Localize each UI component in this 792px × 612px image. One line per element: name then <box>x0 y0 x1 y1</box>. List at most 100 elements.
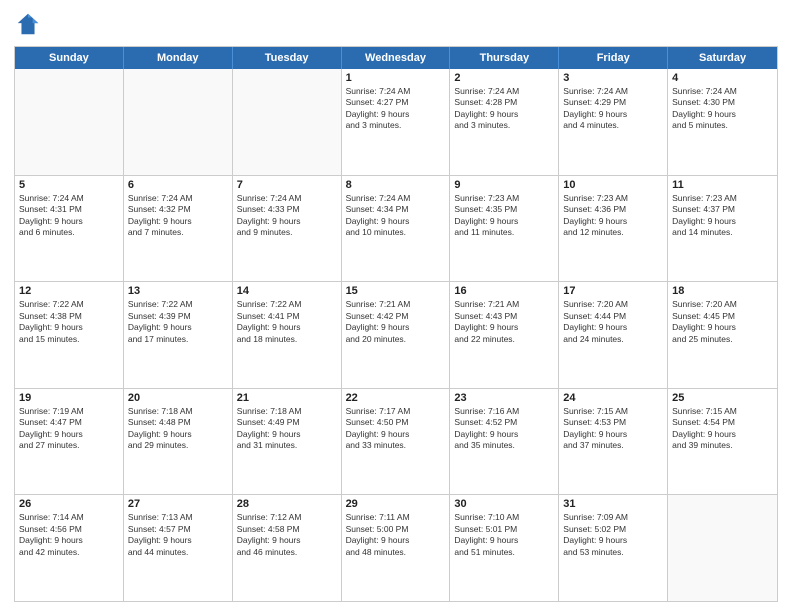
day-number: 6 <box>128 179 228 191</box>
day-number: 17 <box>563 285 663 297</box>
cell-info: Sunrise: 7:23 AM Sunset: 4:37 PM Dayligh… <box>672 193 773 239</box>
day-number: 30 <box>454 498 554 510</box>
cal-cell-17: 17 Sunrise: 7:20 AM Sunset: 4:44 PM Dayli… <box>559 282 668 388</box>
cal-cell-3: 3 Sunrise: 7:24 AM Sunset: 4:29 PM Daylig… <box>559 69 668 175</box>
cell-info: Sunrise: 7:22 AM Sunset: 4:41 PM Dayligh… <box>237 299 337 345</box>
cal-cell-31: 31 Sunrise: 7:09 AM Sunset: 5:02 PM Dayli… <box>559 495 668 601</box>
cell-info: Sunrise: 7:24 AM Sunset: 4:29 PM Dayligh… <box>563 86 663 132</box>
day-number: 21 <box>237 392 337 404</box>
cal-cell-13: 13Sunrise: 7:22 AM Sunset: 4:39 PM Dayli… <box>124 282 233 388</box>
day-number: 16 <box>454 285 554 297</box>
logo-icon <box>14 10 42 38</box>
cell-info: Sunrise: 7:24 AM Sunset: 4:28 PM Dayligh… <box>454 86 554 132</box>
cell-info: Sunrise: 7:24 AM Sunset: 4:31 PM Dayligh… <box>19 193 119 239</box>
cal-cell-24: 24 Sunrise: 7:15 AM Sunset: 4:53 PM Dayli… <box>559 389 668 495</box>
day-number: 26 <box>19 498 119 510</box>
day-number: 19 <box>19 392 119 404</box>
cell-info: Sunrise: 7:18 AM Sunset: 4:49 PM Dayligh… <box>237 406 337 452</box>
cell-info: Sunrise: 7:12 AM Sunset: 4:58 PM Dayligh… <box>237 512 337 558</box>
cal-cell-2: 2 Sunrise: 7:24 AM Sunset: 4:28 PM Daylig… <box>450 69 559 175</box>
cell-info: Sunrise: 7:15 AM Sunset: 4:54 PM Dayligh… <box>672 406 773 452</box>
cal-cell-15: 15Sunrise: 7:21 AM Sunset: 4:42 PM Dayli… <box>342 282 451 388</box>
cal-cell-11: 11 Sunrise: 7:23 AM Sunset: 4:37 PM Dayli… <box>668 176 777 282</box>
day-number: 2 <box>454 72 554 84</box>
day-number: 12 <box>19 285 119 297</box>
day-number: 22 <box>346 392 446 404</box>
day-number: 7 <box>237 179 337 191</box>
cell-info: Sunrise: 7:15 AM Sunset: 4:53 PM Dayligh… <box>563 406 663 452</box>
day-number: 3 <box>563 72 663 84</box>
day-number: 8 <box>346 179 446 191</box>
weekday-header-monday: Monday <box>124 47 233 69</box>
cell-info: Sunrise: 7:16 AM Sunset: 4:52 PM Dayligh… <box>454 406 554 452</box>
day-number: 14 <box>237 285 337 297</box>
calendar: SundayMondayTuesdayWednesdayThursdayFrid… <box>14 46 778 602</box>
cell-info: Sunrise: 7:18 AM Sunset: 4:48 PM Dayligh… <box>128 406 228 452</box>
day-number: 11 <box>672 179 773 191</box>
day-number: 5 <box>19 179 119 191</box>
day-number: 29 <box>346 498 446 510</box>
cell-info: Sunrise: 7:23 AM Sunset: 4:36 PM Dayligh… <box>563 193 663 239</box>
day-number: 1 <box>346 72 446 84</box>
day-number: 24 <box>563 392 663 404</box>
cal-cell-empty-0 <box>15 69 124 175</box>
day-number: 18 <box>672 285 773 297</box>
cal-cell-4: 4Sunrise: 7:24 AM Sunset: 4:30 PM Daylig… <box>668 69 777 175</box>
cell-info: Sunrise: 7:13 AM Sunset: 4:57 PM Dayligh… <box>128 512 228 558</box>
cal-cell-empty-6 <box>668 495 777 601</box>
weekday-header-wednesday: Wednesday <box>342 47 451 69</box>
week-row-3: 12 Sunrise: 7:22 AM Sunset: 4:38 PM Dayli… <box>15 281 777 388</box>
day-number: 20 <box>128 392 228 404</box>
cell-info: Sunrise: 7:21 AM Sunset: 4:43 PM Dayligh… <box>454 299 554 345</box>
cell-info: Sunrise: 7:14 AM Sunset: 4:56 PM Dayligh… <box>19 512 119 558</box>
day-number: 27 <box>128 498 228 510</box>
cal-cell-7: 7 Sunrise: 7:24 AM Sunset: 4:33 PM Daylig… <box>233 176 342 282</box>
cal-cell-21: 21 Sunrise: 7:18 AM Sunset: 4:49 PM Dayli… <box>233 389 342 495</box>
cal-cell-10: 10 Sunrise: 7:23 AM Sunset: 4:36 PM Dayli… <box>559 176 668 282</box>
cell-info: Sunrise: 7:24 AM Sunset: 4:34 PM Dayligh… <box>346 193 446 239</box>
day-number: 13 <box>128 285 228 297</box>
cal-cell-27: 27 Sunrise: 7:13 AM Sunset: 4:57 PM Dayli… <box>124 495 233 601</box>
day-number: 31 <box>563 498 663 510</box>
cal-cell-empty-2 <box>233 69 342 175</box>
cal-cell-5: 5 Sunrise: 7:24 AM Sunset: 4:31 PM Daylig… <box>15 176 124 282</box>
cell-info: Sunrise: 7:24 AM Sunset: 4:27 PM Dayligh… <box>346 86 446 132</box>
calendar-body: 1 Sunrise: 7:24 AM Sunset: 4:27 PM Daylig… <box>15 69 777 601</box>
weekday-header-saturday: Saturday <box>668 47 777 69</box>
cell-info: Sunrise: 7:19 AM Sunset: 4:47 PM Dayligh… <box>19 406 119 452</box>
cell-info: Sunrise: 7:10 AM Sunset: 5:01 PM Dayligh… <box>454 512 554 558</box>
cell-info: Sunrise: 7:24 AM Sunset: 4:33 PM Dayligh… <box>237 193 337 239</box>
cal-cell-28: 28 Sunrise: 7:12 AM Sunset: 4:58 PM Dayli… <box>233 495 342 601</box>
cal-cell-empty-1 <box>124 69 233 175</box>
cell-info: Sunrise: 7:17 AM Sunset: 4:50 PM Dayligh… <box>346 406 446 452</box>
cal-cell-18: 18 Sunrise: 7:20 AM Sunset: 4:45 PM Dayli… <box>668 282 777 388</box>
cal-cell-29: 29 Sunrise: 7:11 AM Sunset: 5:00 PM Dayli… <box>342 495 451 601</box>
week-row-2: 5 Sunrise: 7:24 AM Sunset: 4:31 PM Daylig… <box>15 175 777 282</box>
logo <box>14 10 46 38</box>
cal-cell-19: 19 Sunrise: 7:19 AM Sunset: 4:47 PM Dayli… <box>15 389 124 495</box>
cell-info: Sunrise: 7:22 AM Sunset: 4:38 PM Dayligh… <box>19 299 119 345</box>
cell-info: Sunrise: 7:09 AM Sunset: 5:02 PM Dayligh… <box>563 512 663 558</box>
cal-cell-23: 23Sunrise: 7:16 AM Sunset: 4:52 PM Dayli… <box>450 389 559 495</box>
cal-cell-22: 22 Sunrise: 7:17 AM Sunset: 4:50 PM Dayli… <box>342 389 451 495</box>
cal-cell-16: 16 Sunrise: 7:21 AM Sunset: 4:43 PM Dayli… <box>450 282 559 388</box>
cell-info: Sunrise: 7:23 AM Sunset: 4:35 PM Dayligh… <box>454 193 554 239</box>
calendar-header: SundayMondayTuesdayWednesdayThursdayFrid… <box>15 47 777 69</box>
day-number: 10 <box>563 179 663 191</box>
cell-info: Sunrise: 7:11 AM Sunset: 5:00 PM Dayligh… <box>346 512 446 558</box>
day-number: 25 <box>672 392 773 404</box>
cal-cell-30: 30 Sunrise: 7:10 AM Sunset: 5:01 PM Dayli… <box>450 495 559 601</box>
cell-info: Sunrise: 7:24 AM Sunset: 4:32 PM Dayligh… <box>128 193 228 239</box>
day-number: 15 <box>346 285 446 297</box>
cal-cell-14: 14 Sunrise: 7:22 AM Sunset: 4:41 PM Dayli… <box>233 282 342 388</box>
cell-info: Sunrise: 7:20 AM Sunset: 4:45 PM Dayligh… <box>672 299 773 345</box>
day-number: 28 <box>237 498 337 510</box>
cell-info: Sunrise: 7:20 AM Sunset: 4:44 PM Dayligh… <box>563 299 663 345</box>
weekday-header-thursday: Thursday <box>450 47 559 69</box>
cal-cell-12: 12 Sunrise: 7:22 AM Sunset: 4:38 PM Dayli… <box>15 282 124 388</box>
week-row-5: 26 Sunrise: 7:14 AM Sunset: 4:56 PM Dayli… <box>15 494 777 601</box>
cal-cell-25: 25 Sunrise: 7:15 AM Sunset: 4:54 PM Dayli… <box>668 389 777 495</box>
weekday-header-sunday: Sunday <box>15 47 124 69</box>
day-number: 9 <box>454 179 554 191</box>
cal-cell-6: 6 Sunrise: 7:24 AM Sunset: 4:32 PM Daylig… <box>124 176 233 282</box>
